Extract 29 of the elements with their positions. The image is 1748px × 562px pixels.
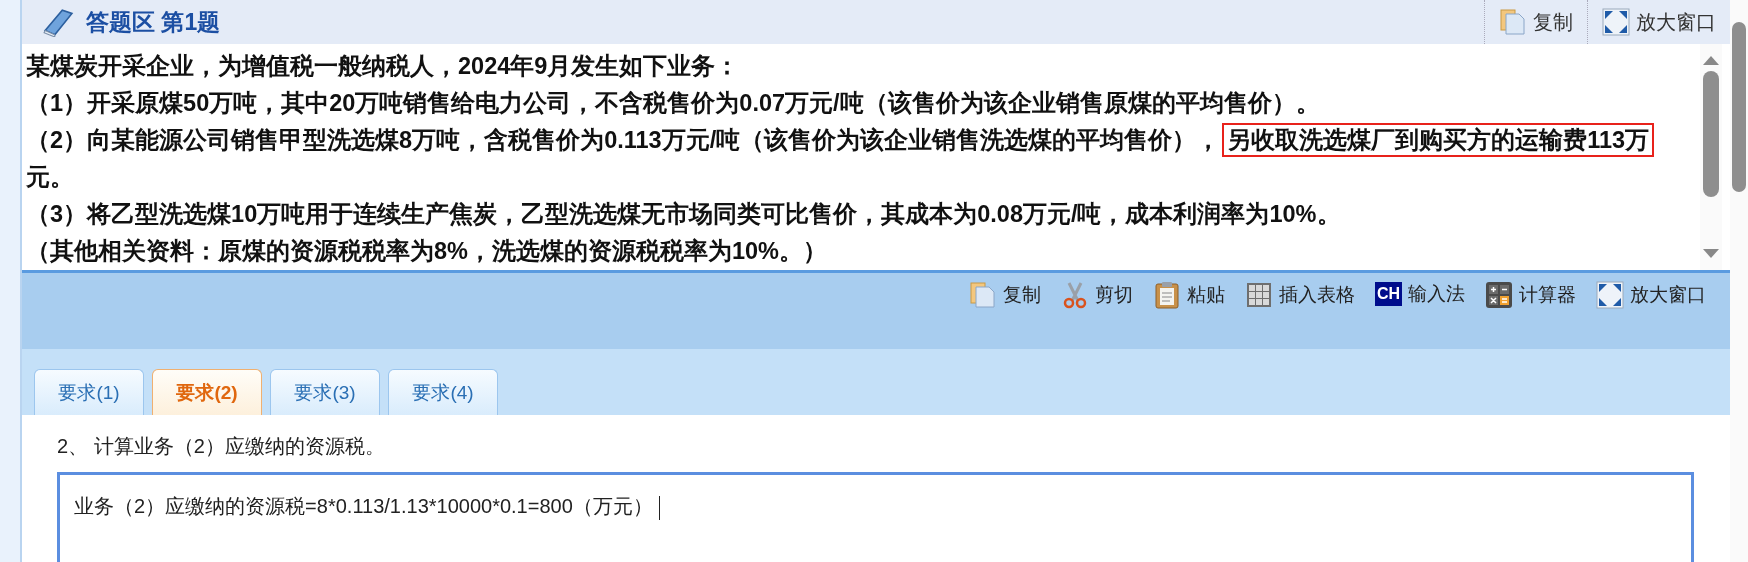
- maximize-button[interactable]: 放大窗口: [1588, 281, 1714, 309]
- paste-button[interactable]: 粘贴: [1144, 281, 1233, 309]
- requirement-tab[interactable]: 要求(3): [270, 369, 380, 415]
- calculator-button[interactable]: 计算器: [1477, 281, 1584, 309]
- question-paragraph: （1）开采原煤50万吨，其中20万吨销售给电力公司，不含税售价为0.07万元/吨（该售价为该企业销售原煤的平均售价）。: [26, 89, 1321, 118]
- question-paragraph: 某煤炭开采企业，为增值税一般纳税人，2024年9月发生如下业务：: [26, 52, 741, 81]
- expand-icon: [1596, 281, 1624, 309]
- panel-title: 答题区 第1题: [86, 7, 221, 37]
- copy-button[interactable]: 复制: [960, 281, 1049, 309]
- page-scrollbar[interactable]: [1730, 0, 1748, 562]
- requirement-tab[interactable]: 要求(1): [34, 369, 144, 415]
- cut-button[interactable]: 剪切: [1052, 281, 1141, 309]
- requirement-tab[interactable]: 要求(4): [388, 369, 498, 415]
- book-icon: [40, 7, 76, 37]
- document-icon: [1499, 8, 1527, 36]
- document-icon: [968, 281, 997, 309]
- answer-field[interactable]: 业务（2）应缴纳的资源税=8*0.113/1.13*10000*0.1=800（万元）: [57, 472, 1694, 562]
- expand-icon: [1602, 8, 1630, 36]
- grid-icon: [1244, 281, 1273, 309]
- input-method-icon: CH: [1374, 282, 1402, 306]
- question-paragraph: （3）将乙型洗选煤10万吨用于连续生产焦炭，乙型洗选煤无市场同类可比售价，其成本为0.08万元/吨，成本利润率为10%。: [26, 200, 1342, 229]
- question-paragraph: （2）向某能源公司销售甲型洗选煤8万吨，含税售价为0.113万元/吨（该售价为该企业销售洗选煤的平均售价）， 另收取洗选煤厂到购买方的运输费113万 元。: [26, 122, 1696, 196]
- calculator-icon: [1485, 281, 1513, 309]
- insert-table-button[interactable]: 插入表格: [1236, 281, 1363, 309]
- question-paragraph: （其他相关资料：原煤的资源税税率为8%，洗选煤的资源税税率为10%。）: [26, 237, 828, 266]
- question-prompt: 2、 计算业务（2）应缴纳的资源税。: [57, 434, 386, 459]
- clipboard-icon: [1152, 281, 1181, 309]
- scrollbar[interactable]: [1700, 44, 1722, 270]
- input-method-button[interactable]: CH 输入法: [1366, 281, 1473, 307]
